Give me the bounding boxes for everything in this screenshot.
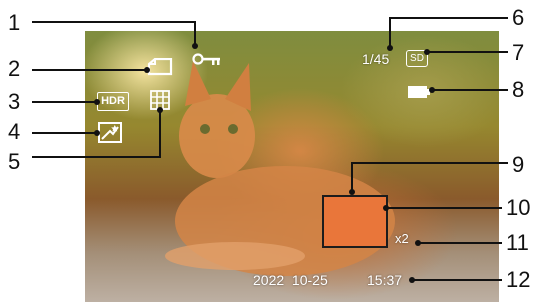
face-beauty-icon (98, 122, 122, 143)
time-stamp: 15:37 (367, 272, 403, 288)
date-stamp: 2022 10-25 (253, 272, 328, 288)
document-icon (147, 58, 173, 76)
callout-11: 11 (506, 230, 529, 255)
shot-counter: 1/45 (362, 51, 390, 67)
battery-icon (408, 86, 430, 98)
camera-lcd-screen: HDR 1/45 SD x2 2022 10-25 15:37 (85, 31, 499, 302)
grid-icon (150, 90, 170, 110)
callout-1: 1 (8, 10, 21, 35)
hdr-icon: HDR (97, 92, 129, 111)
callout-10: 10 (506, 195, 531, 220)
sd-card-icon: SD (406, 50, 428, 67)
key-icon (192, 53, 220, 65)
callout-2: 2 (8, 56, 21, 81)
callout-5: 5 (8, 149, 21, 174)
callout-6: 6 (512, 5, 525, 30)
callout-4: 4 (8, 119, 21, 144)
callout-8: 8 (512, 77, 525, 102)
callout-12: 12 (506, 267, 531, 292)
callout-9: 9 (512, 152, 525, 177)
callout-3: 3 (8, 89, 21, 114)
focus-frame (322, 195, 388, 248)
callout-7: 7 (512, 40, 525, 65)
zoom-level: x2 (395, 231, 409, 246)
